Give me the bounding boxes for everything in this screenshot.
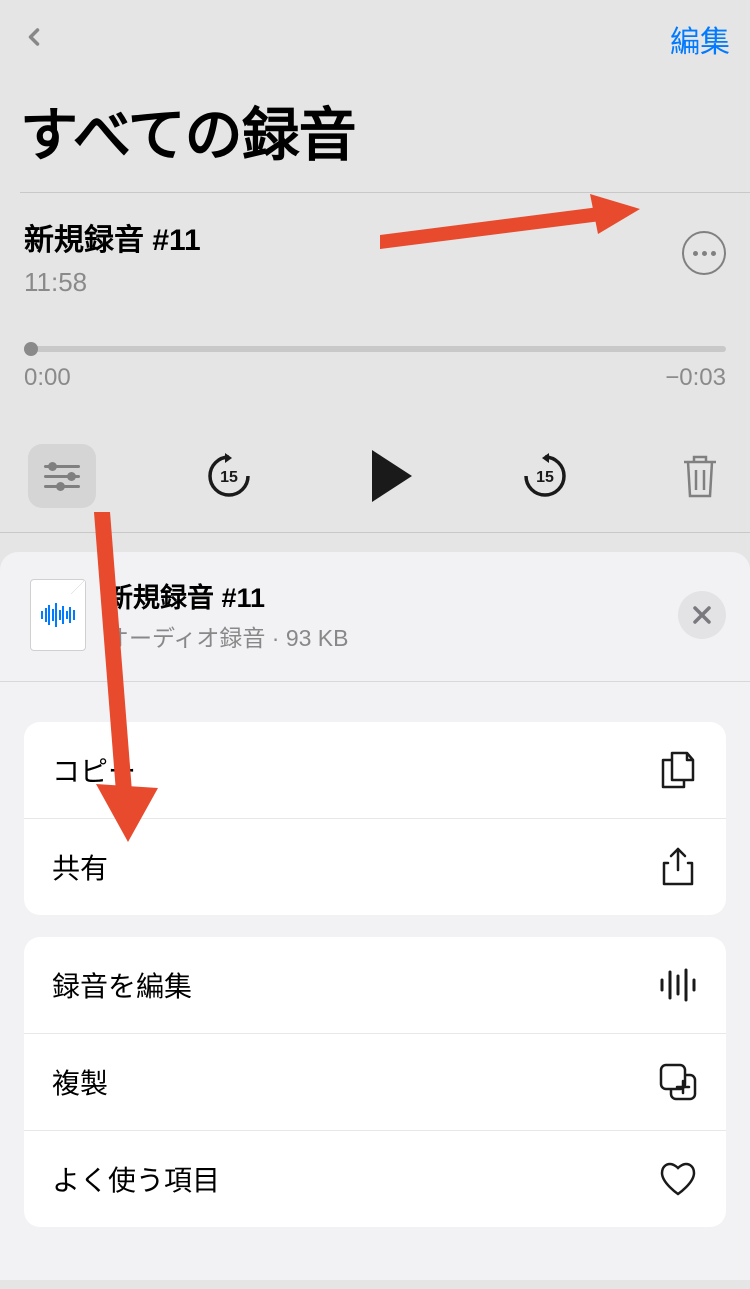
progress-knob[interactable]: [24, 342, 38, 356]
svg-text:15: 15: [220, 469, 238, 486]
close-button[interactable]: [678, 591, 726, 639]
playback-controls: 15 15: [24, 444, 726, 508]
menu-group: 録音を編集 複製: [24, 937, 726, 1227]
menu-label: よく使う項目: [52, 1159, 220, 1199]
audio-file-icon: [30, 579, 86, 651]
more-options-button[interactable]: [682, 231, 726, 275]
sliders-icon: [44, 465, 80, 468]
playback-settings-button[interactable]: [28, 444, 96, 508]
sheet-title: 新規録音 #11: [106, 576, 678, 615]
skip-back-icon: 15: [204, 451, 254, 501]
waveform-icon: [658, 965, 698, 1005]
skip-forward-15-button[interactable]: 15: [520, 451, 570, 501]
menu-label: 録音を編集: [52, 965, 192, 1005]
chevron-left-icon: [20, 23, 48, 51]
edit-button[interactable]: 編集: [670, 17, 730, 61]
elapsed-time: 0:00: [24, 364, 71, 392]
menu-label: 共有: [52, 847, 108, 887]
duplicate-menu-item[interactable]: 複製: [24, 1034, 726, 1131]
back-button[interactable]: [20, 23, 48, 56]
progress-bar[interactable]: 0:00 −0:03: [24, 346, 726, 392]
ellipsis-icon: [693, 251, 716, 256]
menu-group: コピー 共有: [24, 722, 726, 915]
menu-label: コピー: [52, 750, 136, 790]
remaining-time: −0:03: [665, 364, 726, 392]
skip-back-15-button[interactable]: 15: [204, 451, 254, 501]
heart-icon: [658, 1159, 698, 1199]
duplicate-icon: [658, 1062, 698, 1102]
share-menu-item[interactable]: 共有: [24, 819, 726, 915]
trash-icon: [678, 452, 722, 500]
svg-text:15: 15: [536, 469, 554, 486]
nav-bar: 編集: [0, 0, 750, 60]
skip-forward-icon: 15: [520, 451, 570, 501]
recording-item: 新規録音 #11 11:58 0:00 −0:03 15: [0, 193, 750, 532]
recording-time: 11:58: [24, 267, 682, 298]
delete-button[interactable]: [678, 452, 722, 500]
recording-title: 新規録音 #11: [24, 215, 682, 259]
page-title: すべての録音: [0, 60, 750, 192]
copy-icon: [658, 750, 698, 790]
share-icon: [658, 847, 698, 887]
menu-label: 複製: [52, 1062, 108, 1102]
action-sheet: 新規録音 #11 オーディオ録音 · 93 KB コピー 共有: [0, 552, 750, 1280]
copy-menu-item[interactable]: コピー: [24, 722, 726, 819]
sheet-header: 新規録音 #11 オーディオ録音 · 93 KB: [0, 552, 750, 682]
favorites-menu-item[interactable]: よく使う項目: [24, 1131, 726, 1227]
sheet-subtitle: オーディオ録音 · 93 KB: [106, 619, 678, 653]
play-button[interactable]: [372, 450, 412, 502]
edit-recording-menu-item[interactable]: 録音を編集: [24, 937, 726, 1034]
close-icon: [691, 604, 713, 626]
